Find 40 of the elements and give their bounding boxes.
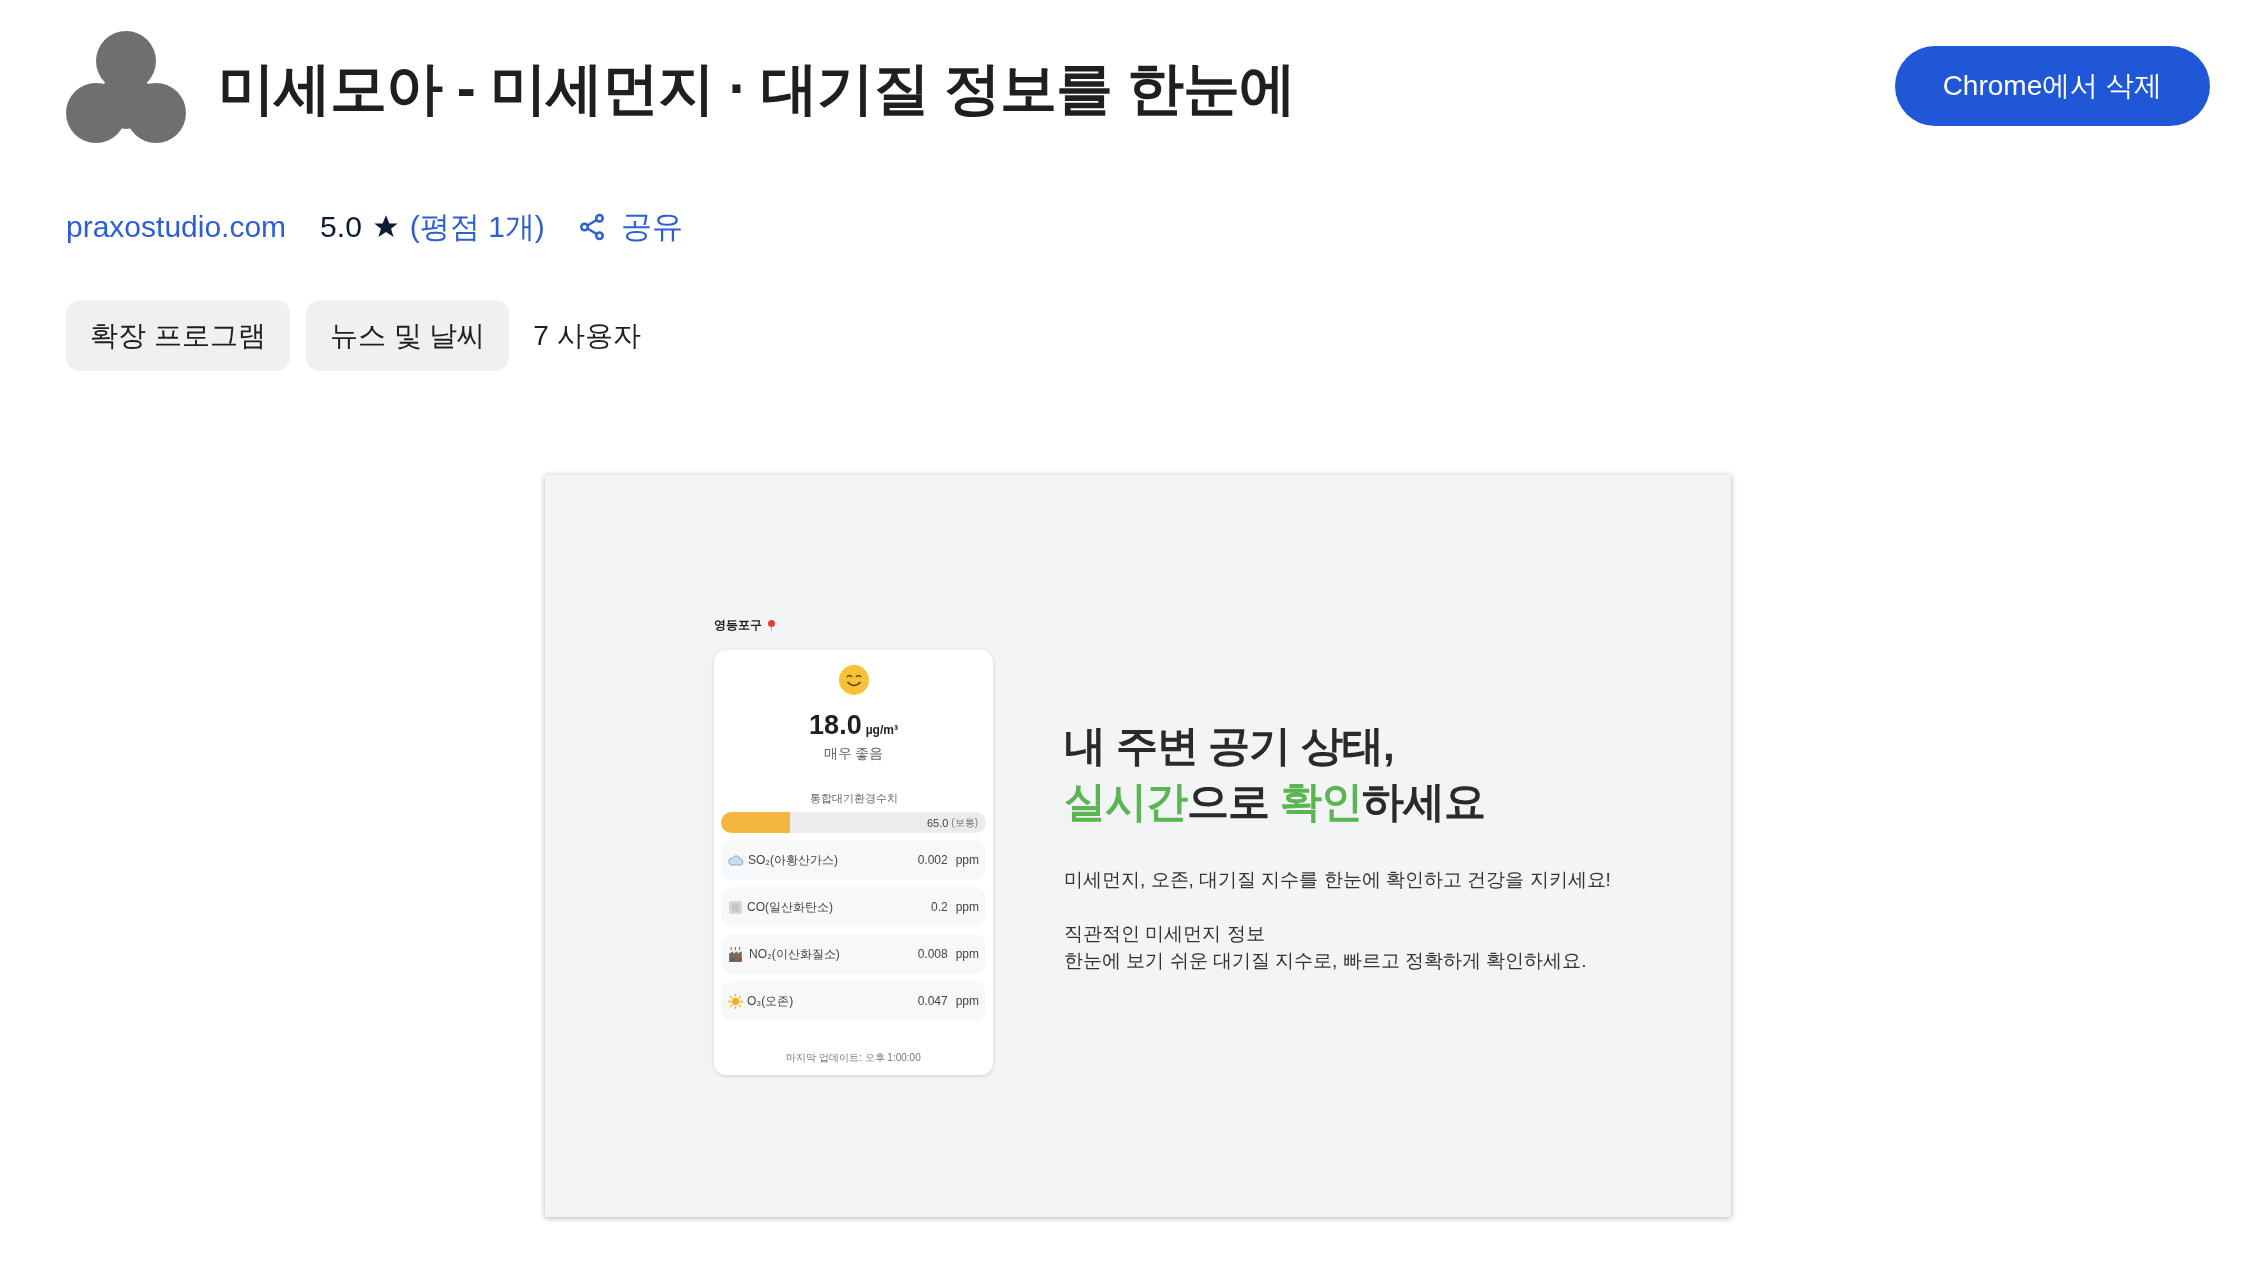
cloud-icon <box>728 853 744 867</box>
category-chip[interactable]: 뉴스 및 날씨 <box>305 300 510 371</box>
pollutant-unit: ppm <box>955 853 979 867</box>
sun-icon <box>728 993 743 1009</box>
index-reading: 65.0 <box>926 816 949 829</box>
pm-value: 18.0 <box>809 710 862 741</box>
pin-icon <box>767 618 776 633</box>
pollutant-unit: ppm <box>955 994 979 1008</box>
user-count: 7 사용자 <box>533 318 641 353</box>
category-chip[interactable]: 확장 프로그램 <box>66 300 290 371</box>
pollutant-name: CO(일산화탄소) <box>747 898 834 916</box>
description-text: 한눈에 보기 쉬운 대기질 지수로, 빠르고 정확하게 확인하세요. <box>1064 949 1588 973</box>
pollutant-unit: ppm <box>955 900 979 914</box>
last-updated: 마지막 업데이트: 오후 1:00:00 <box>786 1051 921 1065</box>
factory-icon <box>728 946 745 962</box>
pollutant-unit: ppm <box>955 947 979 961</box>
pollutant-value: 0.002 <box>917 853 948 867</box>
haze-icon <box>728 899 743 915</box>
pollutant-value: 0.047 <box>917 994 948 1008</box>
pollutant-name: SO₂(아황산가스) <box>748 851 839 869</box>
headline: 실시간으로 확인하세요 <box>1064 777 1486 827</box>
pollutant-value: 0.008 <box>917 947 948 961</box>
air-grade: 매우 좋음 <box>823 745 884 763</box>
index-label: 통합대기환경수치 <box>809 791 898 806</box>
ratings-link[interactable]: (평점 1개) <box>409 206 545 248</box>
publisher-link[interactable]: praxostudio.com <box>66 210 287 244</box>
pm-unit: µg/m³ <box>865 723 898 737</box>
pollutant-value: 0.2 <box>930 900 948 914</box>
headline: 내 주변 공기 상태, <box>1064 721 1395 771</box>
description-text: 미세먼지, 오존, 대기질 지수를 한눈에 확인하고 건강을 지키세요! <box>1064 868 1611 892</box>
pollutant-name: O₃(오존) <box>747 992 795 1010</box>
extension-title: 미세모아 - 미세먼지 · 대기질 정보를 한눈에 <box>218 54 1296 122</box>
location-label: 영등포구 <box>714 617 762 634</box>
description-text: 직관적인 미세먼지 정보 <box>1064 922 1266 946</box>
smiley-icon <box>837 664 870 696</box>
pollutant-name: NO₂(이산화질소) <box>749 945 841 963</box>
share-button[interactable]: 공유 <box>576 206 683 248</box>
rating-score: 5.0 <box>320 210 362 244</box>
remove-from-chrome-button[interactable]: Chrome에서 삭제 <box>1894 46 2210 126</box>
index-grade: (보통) <box>951 815 978 830</box>
